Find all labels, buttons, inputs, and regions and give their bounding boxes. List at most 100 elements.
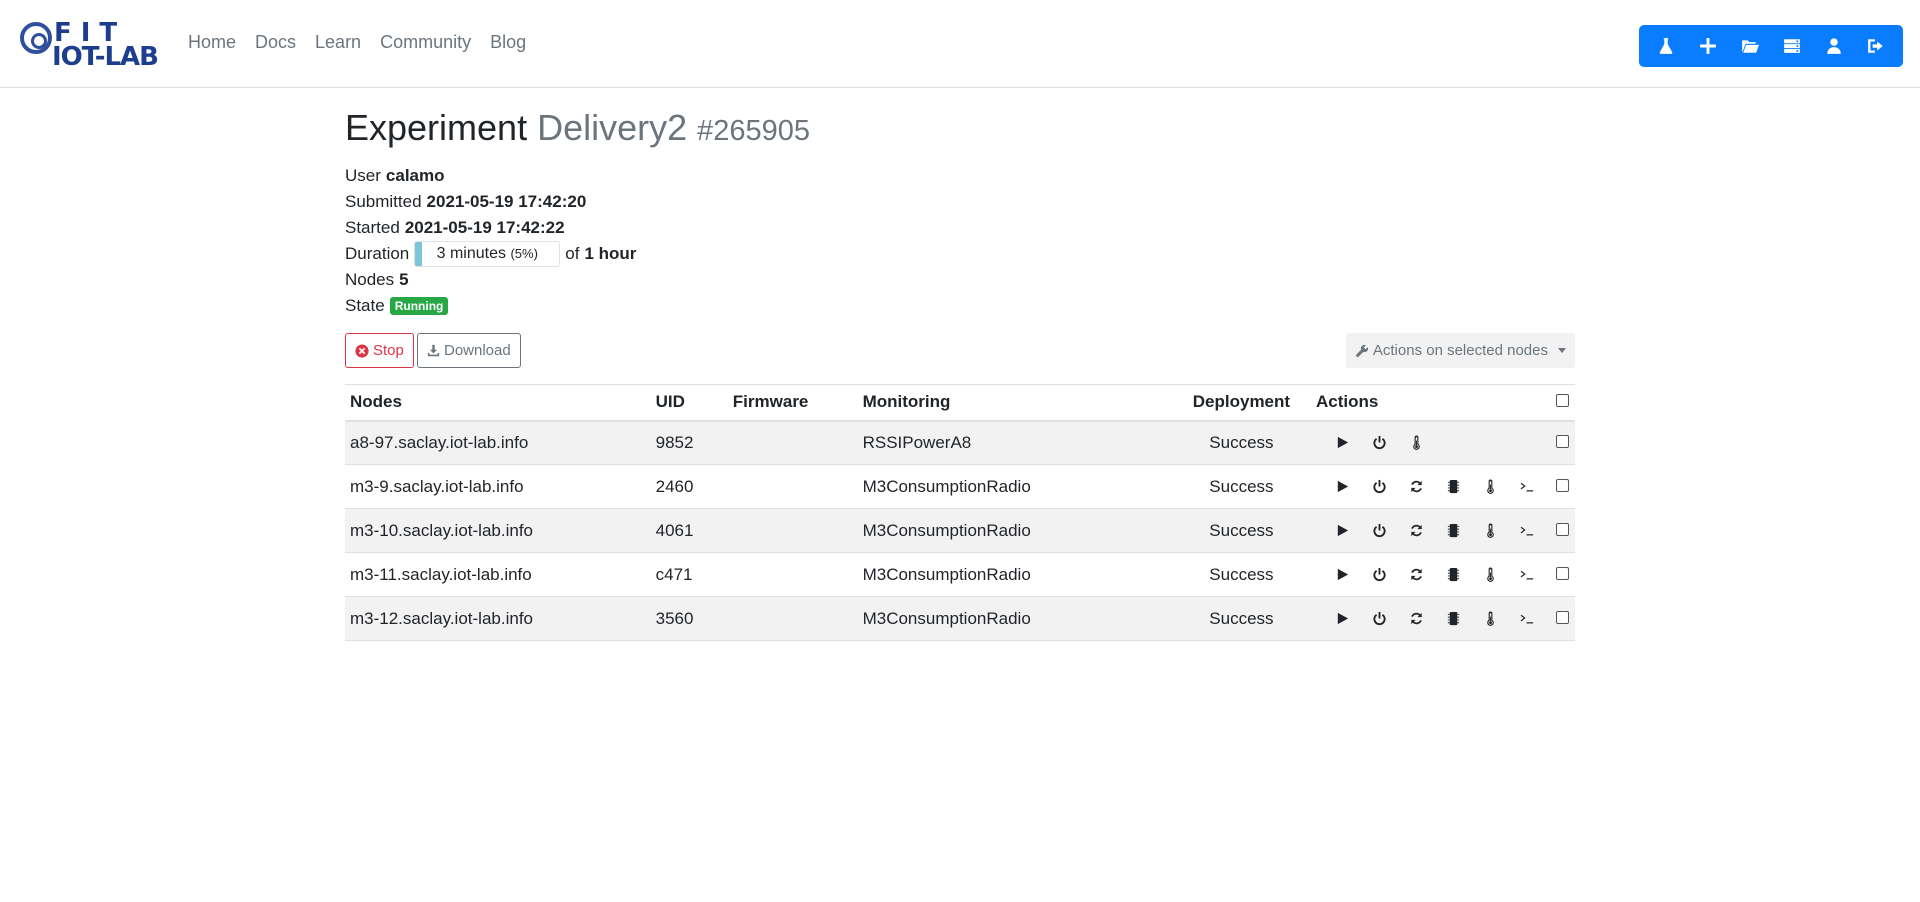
firmware-chip-icon[interactable] [1435,519,1472,543]
start-icon[interactable] [1324,519,1361,543]
meta-submitted-label: Submitted [345,192,422,211]
row-select-checkbox[interactable] [1556,478,1570,492]
cell-firmware [727,420,858,465]
row-select-checkbox[interactable] [1556,566,1570,580]
header-actions: Actions [1310,384,1551,422]
terminal-icon[interactable] [1509,563,1546,587]
thermometer-icon[interactable] [1398,431,1435,455]
nav-blog[interactable]: Blog [490,32,526,53]
start-icon[interactable] [1324,607,1361,631]
select-all-checkbox-cell [1550,384,1575,422]
row-select-checkbox[interactable] [1556,522,1570,536]
power-icon[interactable] [1361,431,1398,455]
power-icon[interactable] [1361,519,1398,543]
fit-iot-lab-logo[interactable]: FIT IOT-LAB [20,18,160,72]
header-uid[interactable]: UID [650,384,728,422]
meta-nodes-label: Nodes [345,270,395,289]
reset-icon[interactable] [1398,607,1435,631]
firmware-chip-icon[interactable] [1435,475,1472,499]
cell-deployment: Success [1171,596,1311,641]
duration-total: 1 hour [584,244,637,263]
duration-progress-label: 3 minutes (5%) [415,242,559,266]
cell-firmware [727,552,858,597]
nav-community[interactable]: Community [380,32,471,53]
cell-monitoring: RSSIPowerA8 [857,420,1172,465]
logo-disc-icon [20,22,52,54]
meta-duration-label: Duration [345,244,410,263]
select-all-checkbox[interactable] [1555,394,1569,408]
cell-select [1550,596,1575,641]
download-button[interactable]: Download [417,333,521,368]
cell-select [1550,464,1575,509]
cell-actions [1310,596,1551,641]
header-monitoring[interactable]: Monitoring [857,384,1172,422]
cell-uid: 9852 [650,420,728,465]
header-firmware[interactable]: Firmware [727,384,858,422]
meta-state-label: State [345,296,385,315]
cell-select [1550,552,1575,597]
terminal-icon[interactable] [1509,475,1546,499]
nav-docs[interactable]: Docs [255,32,296,53]
meta-state: State Running [345,293,1575,319]
logout-icon[interactable] [1858,28,1894,64]
thermometer-icon[interactable] [1472,563,1509,587]
thermometer-icon[interactable] [1472,607,1509,631]
row-select-checkbox[interactable] [1556,610,1570,624]
cell-node: a8-97.saclay.iot-lab.info [345,420,651,465]
folder-open-icon[interactable] [1732,28,1768,64]
selected-nodes-actions-dropdown[interactable]: Actions on selected nodes [1345,333,1575,368]
meta-user-value: calamo [385,166,445,185]
user-toolbar [1639,25,1903,67]
cell-deployment: Success [1171,464,1311,509]
meta-duration: Duration 3 minutes (5%) of 1 hour [345,241,1575,267]
cell-uid: c471 [650,552,728,597]
terminal-icon[interactable] [1509,607,1546,631]
logo-line2: IOT-LAB [52,42,159,72]
header-deployment[interactable]: Deployment [1171,384,1311,422]
meta-submitted-value: 2021-05-19 17:42:20 [426,192,587,211]
duration-elapsed: 3 minutes [436,245,506,262]
start-icon[interactable] [1324,563,1361,587]
main-nav: Home Docs Learn Community Blog [188,32,545,53]
server-icon[interactable] [1774,28,1810,64]
reset-icon[interactable] [1398,475,1435,499]
firmware-chip-icon[interactable] [1435,607,1472,631]
cell-node: m3-9.saclay.iot-lab.info [345,464,651,509]
duration-progress-bar: 3 minutes (5%) [414,241,561,267]
meta-nodes: Nodes 5 [345,267,1575,293]
thermometer-icon[interactable] [1472,519,1509,543]
power-icon[interactable] [1361,563,1398,587]
reset-icon[interactable] [1398,519,1435,543]
flask-icon[interactable] [1648,28,1684,64]
status-badge: Running [389,297,449,315]
user-icon[interactable] [1816,28,1852,64]
start-icon[interactable] [1324,431,1361,455]
header-nodes[interactable]: Nodes [345,384,651,422]
stop-button[interactable]: Stop [345,333,414,368]
meta-nodes-value: 5 [399,270,409,289]
firmware-chip-icon[interactable] [1435,563,1472,587]
download-label: Download [444,342,511,359]
cell-monitoring: M3ConsumptionRadio [857,508,1172,553]
navbar: FIT IOT-LAB Home Docs Learn Community Bl… [0,0,1920,88]
cell-monitoring: M3ConsumptionRadio [857,552,1172,597]
cell-select [1550,508,1575,553]
selected-nodes-actions-label: Actions on selected nodes [1372,342,1548,359]
cell-uid: 4061 [650,508,728,553]
cell-firmware [727,508,858,553]
cell-monitoring: M3ConsumptionRadio [857,464,1172,509]
start-icon[interactable] [1324,475,1361,499]
reset-icon[interactable] [1398,563,1435,587]
experiment-id: #265905 [697,115,811,147]
plus-icon[interactable] [1690,28,1726,64]
meta-user-label: User [345,166,381,185]
nav-home[interactable]: Home [188,32,236,53]
thermometer-icon[interactable] [1472,475,1509,499]
experiment-panel: Experiment Delivery2 #265905 User calamo… [345,106,1575,369]
power-icon[interactable] [1361,607,1398,631]
power-icon[interactable] [1361,475,1398,499]
row-select-checkbox[interactable] [1556,434,1570,448]
terminal-icon[interactable] [1509,519,1546,543]
experiment-actions: Stop Download Actions on selected nodes [345,333,1575,369]
nav-learn[interactable]: Learn [315,32,361,53]
